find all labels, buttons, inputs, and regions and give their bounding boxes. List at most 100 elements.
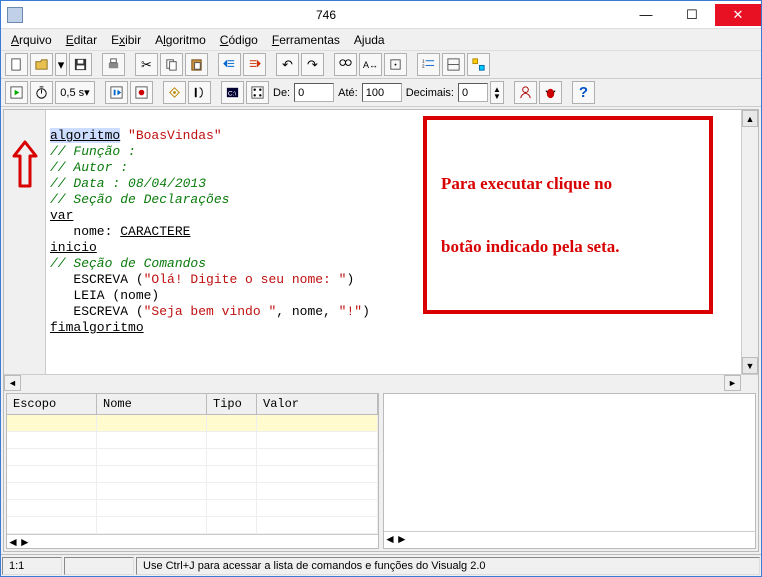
- profile-button[interactable]: [514, 81, 537, 104]
- code-token: "BoasVindas": [128, 128, 222, 143]
- svg-text:C:\: C:\: [228, 90, 237, 97]
- open-dropdown[interactable]: ▾: [55, 53, 67, 76]
- replace-button[interactable]: A↔: [359, 53, 382, 76]
- app-icon: [7, 7, 23, 23]
- copy-button[interactable]: [160, 53, 183, 76]
- numbered-list-button[interactable]: 12: [417, 53, 440, 76]
- decimais-label: Decimais:: [404, 87, 456, 99]
- col-escopo[interactable]: Escopo: [7, 394, 97, 414]
- goto-button[interactable]: [384, 53, 407, 76]
- toolbar-1: ▾ ✂ ↶ ↷ A↔ 12: [1, 51, 761, 79]
- menu-ferramentas[interactable]: Ferramentas: [266, 31, 346, 49]
- titlebar: 746 — ☐ ✕: [1, 1, 761, 29]
- code-token: LEIA (nome): [50, 288, 159, 303]
- menu-editar[interactable]: Editar: [60, 31, 103, 49]
- paste-button[interactable]: [185, 53, 208, 76]
- vertical-scrollbar[interactable]: ▲ ▼: [741, 110, 758, 374]
- scroll-up-button[interactable]: ▲: [742, 110, 758, 127]
- decimais-input[interactable]: [458, 83, 488, 102]
- minimize-button[interactable]: —: [623, 4, 669, 26]
- table-row[interactable]: [7, 432, 378, 449]
- scroll-right-button[interactable]: ►: [19, 535, 31, 549]
- ate-input[interactable]: [362, 83, 402, 102]
- code-token: "Olá! Digite o seu nome: ": [144, 272, 347, 287]
- code-token: algoritmo: [50, 128, 120, 143]
- variables-body[interactable]: [7, 415, 378, 534]
- output-panel: ◄ ►: [383, 393, 756, 549]
- stop-button[interactable]: [163, 81, 186, 104]
- code-token: nome:: [50, 224, 120, 239]
- code-token: var: [50, 208, 73, 223]
- code-token: // Seção de Comandos: [50, 256, 206, 271]
- table-row[interactable]: [7, 466, 378, 483]
- table-row[interactable]: [7, 517, 378, 534]
- gutter: [4, 110, 46, 374]
- pause-button[interactable]: [188, 81, 211, 104]
- indent-right-button[interactable]: [243, 53, 266, 76]
- print-button[interactable]: [102, 53, 125, 76]
- random-button[interactable]: [246, 81, 269, 104]
- table-row[interactable]: [7, 415, 378, 432]
- save-button[interactable]: [69, 53, 92, 76]
- menu-codigo[interactable]: Código: [214, 31, 264, 49]
- timer-button[interactable]: [30, 81, 53, 104]
- code-token: "Seja bem vindo ": [144, 304, 277, 319]
- col-valor[interactable]: Valor: [257, 394, 378, 414]
- bug-button[interactable]: [539, 81, 562, 104]
- open-button[interactable]: [30, 53, 53, 76]
- scroll-left-button[interactable]: ◄: [4, 375, 21, 391]
- statusbar: 1:1 Use Ctrl+J para acessar a lista de c…: [1, 554, 761, 576]
- code-token: , nome,: [276, 304, 338, 319]
- menu-ajuda[interactable]: Ajuda: [348, 31, 391, 49]
- step-button[interactable]: [105, 81, 128, 104]
- variables-header: Escopo Nome Tipo Valor: [7, 394, 378, 415]
- code-token: // Autor :: [50, 160, 128, 175]
- scroll-right-button[interactable]: ►: [724, 375, 741, 391]
- menu-arquivo[interactable]: Arquivo: [5, 31, 58, 49]
- undo-button[interactable]: ↶: [276, 53, 299, 76]
- table-row[interactable]: [7, 483, 378, 500]
- dos-button[interactable]: C:\: [221, 81, 244, 104]
- close-button[interactable]: ✕: [715, 4, 761, 26]
- scroll-right-button[interactable]: ►: [396, 532, 408, 548]
- code-token: // Data : 08/04/2013: [50, 176, 206, 191]
- breakpoint-button[interactable]: [130, 81, 153, 104]
- run-button[interactable]: [5, 81, 28, 104]
- table-row[interactable]: [7, 500, 378, 517]
- toolbar-2: 0,5 s ▾ C:\ De: Até: Decimais: ▲▼ ?: [1, 79, 761, 107]
- find-button[interactable]: [334, 53, 357, 76]
- code-token: fimalgoritmo: [50, 320, 144, 335]
- code-editor[interactable]: algoritmo "BoasVindas" // Função : // Au…: [46, 110, 741, 374]
- col-nome[interactable]: Nome: [97, 394, 207, 414]
- svg-text:2: 2: [422, 63, 425, 68]
- horizontal-scrollbar[interactable]: [21, 375, 724, 391]
- timer-value-select[interactable]: 0,5 s ▾: [55, 81, 95, 104]
- menu-algoritmo[interactable]: Algoritmo: [149, 31, 212, 49]
- code-token: // Função :: [50, 144, 136, 159]
- status-message: Use Ctrl+J para acessar a lista de coman…: [136, 557, 760, 575]
- redo-button[interactable]: ↷: [301, 53, 324, 76]
- de-input[interactable]: [294, 83, 334, 102]
- indent-left-button[interactable]: [218, 53, 241, 76]
- table-row[interactable]: [7, 449, 378, 466]
- new-button[interactable]: [5, 53, 28, 76]
- layout-button[interactable]: [442, 53, 465, 76]
- cut-button[interactable]: ✂: [135, 53, 158, 76]
- status-position: 1:1: [2, 557, 62, 575]
- instruction-callout: Para executar clique no botão indicado p…: [423, 116, 713, 314]
- decimais-spinner[interactable]: ▲▼: [490, 81, 504, 104]
- code-token: CARACTERE: [120, 224, 190, 239]
- code-token: ): [346, 272, 354, 287]
- code-token: ): [362, 304, 370, 319]
- help-button[interactable]: ?: [572, 81, 595, 104]
- scroll-down-button[interactable]: ▼: [742, 357, 758, 374]
- code-token: ESCREVA (: [50, 272, 144, 287]
- variables-button[interactable]: [467, 53, 490, 76]
- maximize-button[interactable]: ☐: [669, 4, 715, 26]
- output-body[interactable]: [384, 394, 755, 531]
- menu-exibir[interactable]: Exibir: [105, 31, 147, 49]
- col-tipo[interactable]: Tipo: [207, 394, 257, 414]
- callout-line1: Para executar clique no: [441, 173, 695, 194]
- scroll-left-button[interactable]: ◄: [7, 535, 19, 549]
- scroll-left-button[interactable]: ◄: [384, 532, 396, 548]
